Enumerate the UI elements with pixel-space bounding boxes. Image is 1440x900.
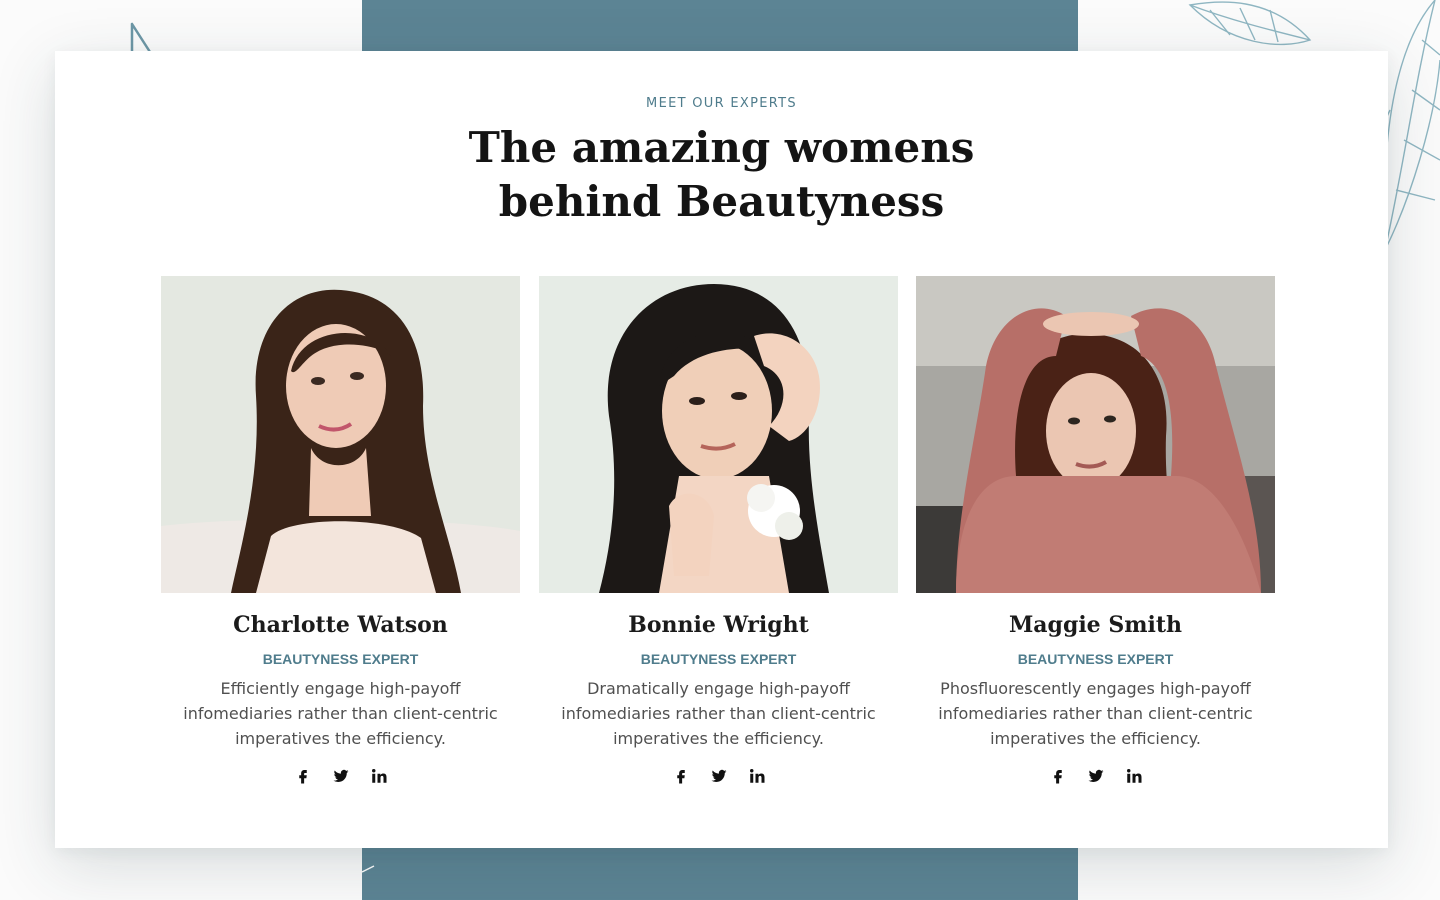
social-links <box>161 766 520 786</box>
section-heading: The amazing womens behind Beautyness <box>55 121 1388 229</box>
linkedin-icon[interactable] <box>747 766 767 786</box>
expert-card: Charlotte Watson BEAUTYNESS EXPERT Effic… <box>161 276 520 784</box>
expert-role: BEAUTYNESS EXPERT <box>640 651 797 667</box>
expert-bio: Dramatically engage high-payoff infomedi… <box>561 679 876 748</box>
expert-card: Maggie Smith BEAUTYNESS EXPERT Phosfluor… <box>916 276 1275 784</box>
facebook-icon[interactable] <box>1048 766 1068 786</box>
linkedin-icon[interactable] <box>369 766 389 786</box>
expert-photo <box>916 276 1275 593</box>
experts-grid: Charlotte Watson BEAUTYNESS EXPERT Effic… <box>161 276 1275 796</box>
expert-role: BEAUTYNESS EXPERT <box>262 651 419 667</box>
facebook-icon[interactable] <box>671 766 691 786</box>
expert-name: Bonnie Wright <box>628 612 809 638</box>
expert-bio: Efficiently engage high-payoff infomedia… <box>183 679 498 748</box>
facebook-icon[interactable] <box>293 766 313 786</box>
leaf-stroke-decoration <box>361 865 375 873</box>
expert-card: Bonnie Wright BEAUTYNESS EXPERT Dramatic… <box>539 276 898 784</box>
expert-name: Maggie Smith <box>1008 612 1183 638</box>
expert-photo <box>161 276 520 593</box>
social-links <box>916 766 1275 786</box>
expert-name: Charlotte Watson <box>233 612 448 638</box>
expert-photo <box>539 276 898 593</box>
expert-role: BEAUTYNESS EXPERT <box>1017 651 1174 667</box>
expert-bio: Phosfluorescently engages high-payoff in… <box>938 679 1253 748</box>
social-links <box>539 766 898 786</box>
section-heading-line-2: behind Beautyness <box>498 177 945 226</box>
linkedin-icon[interactable] <box>1124 766 1144 786</box>
background-band-bottom <box>362 848 1078 900</box>
twitter-icon[interactable] <box>709 766 729 786</box>
section-heading-line-1: The amazing womens <box>468 123 975 172</box>
twitter-icon[interactable] <box>331 766 351 786</box>
twitter-icon[interactable] <box>1086 766 1106 786</box>
section-eyebrow: MEET OUR EXPERTS <box>646 96 797 111</box>
background-band-top <box>362 0 1078 52</box>
experts-section: MEET OUR EXPERTS The amazing womens behi… <box>55 51 1388 848</box>
